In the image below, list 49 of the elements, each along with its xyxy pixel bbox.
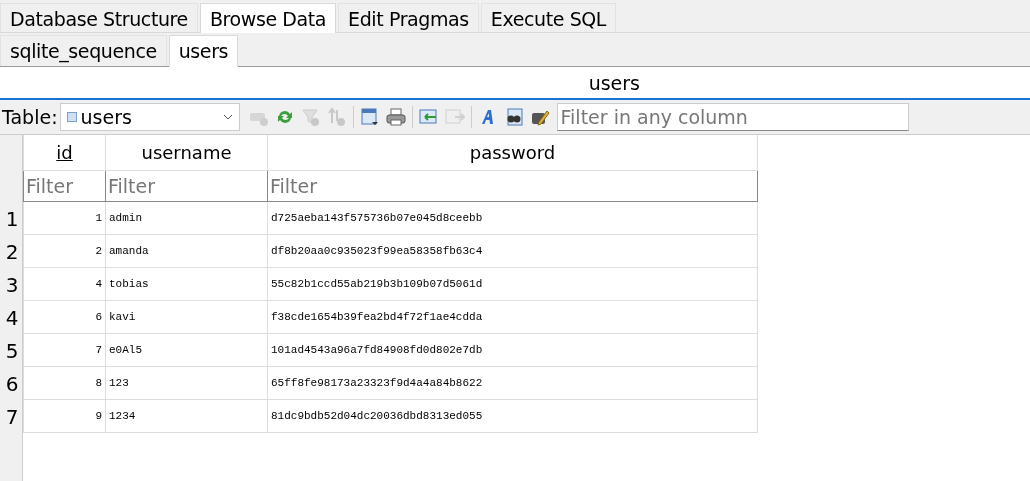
table-cell: 7 (23, 333, 106, 367)
table-cell: f38cde1654b39fea2bd4f72f1ae4cdda (267, 300, 758, 334)
main-tab[interactable]: Database Structure (0, 3, 198, 32)
table-cell: df8b20aa0c935023f99ea58358fb63c4 (267, 234, 758, 268)
filter-field[interactable]: Filter in any column (556, 103, 909, 131)
table-cell: 2 (23, 234, 106, 268)
table-label: Table: (1, 106, 58, 128)
table-cell: 81dc9bdb52d04dc20036dbd8313ed055 (267, 399, 758, 433)
row-number[interactable]: 5 (0, 335, 22, 368)
insert-icon[interactable] (418, 107, 439, 127)
table-icon (66, 112, 77, 122)
column-header[interactable]: password (267, 135, 758, 171)
row-number[interactable]: 1 (0, 203, 22, 236)
caret-icon (222, 114, 233, 120)
table-cell: 1234 (105, 399, 268, 433)
table-cell: 123 (105, 366, 268, 400)
table-cell: 101ad4543a96a7fd84908fd0d802e7db (267, 333, 758, 367)
main-tab[interactable]: Browse Data (199, 3, 337, 33)
column-filter-field[interactable]: Filter (268, 171, 757, 201)
table-cell: 4 (23, 267, 106, 301)
table-tab[interactable]: sqlite_sequence (0, 35, 167, 66)
column-filter-field[interactable]: Filter (106, 171, 267, 201)
row-number[interactable]: 6 (0, 368, 22, 401)
row-number[interactable]: 3 (0, 269, 22, 302)
table-cell: 65ff8fe98173a23323f9d4a4a84b8622 (267, 366, 758, 400)
table-cell: amanda (105, 234, 268, 268)
main-tab[interactable]: Execute SQL (480, 3, 617, 32)
row-number[interactable]: 7 (0, 401, 22, 434)
row-number[interactable]: 2 (0, 236, 22, 269)
table-select[interactable]: users (59, 103, 240, 131)
table-cell: tobias (105, 267, 268, 301)
table-cell: 9 (23, 399, 106, 433)
table-cell: 8 (23, 366, 106, 400)
table-cell: 55c82b1ccd55ab219b3b109b07d5061d (267, 267, 758, 301)
table-cell: d725aeba143f575736b07e045d8ceebb (267, 201, 758, 235)
table-cell: kavi (105, 300, 268, 334)
column-header[interactable]: id (23, 135, 106, 171)
table-cell: admin (105, 201, 268, 235)
table-cell: 1 (23, 201, 106, 235)
table-cell: e0Al5 (105, 333, 268, 367)
table-cell: 6 (23, 300, 106, 334)
save-table-icon[interactable] (359, 107, 380, 127)
main-tab[interactable]: Edit Pragmas (338, 3, 479, 32)
column-header[interactable]: username (105, 135, 268, 171)
print-icon[interactable] (385, 107, 406, 127)
view-title: users (588, 71, 640, 94)
column-filter-field[interactable]: Filter (24, 171, 105, 201)
row-number[interactable]: 4 (0, 302, 22, 335)
table-tab[interactable]: users (168, 35, 239, 67)
